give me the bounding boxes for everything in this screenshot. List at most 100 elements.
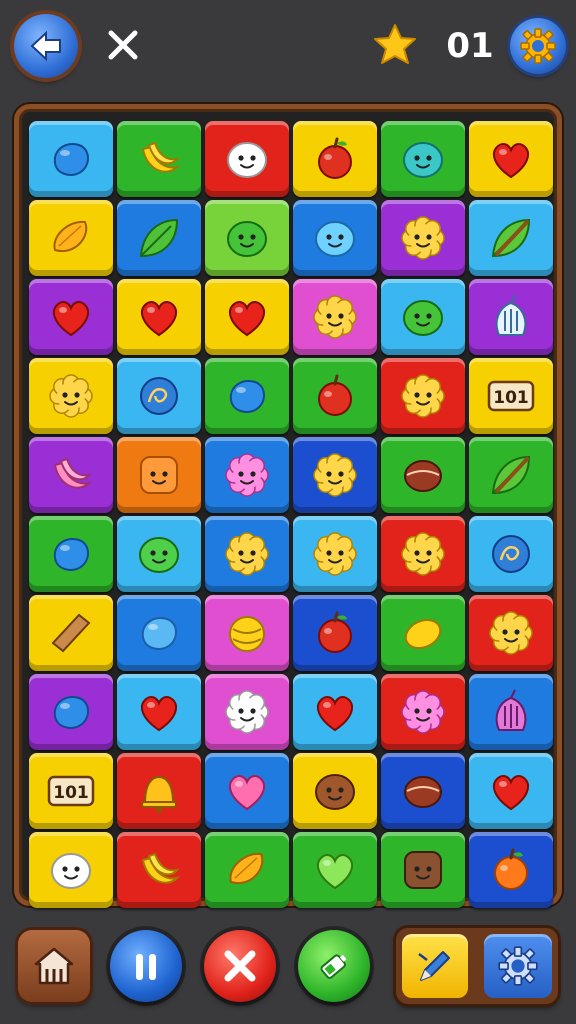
tile-r5-c1[interactable]	[29, 437, 113, 513]
tile-r8-c3[interactable]	[205, 674, 289, 750]
tile-r5-c3[interactable]	[205, 437, 289, 513]
sky-smiley-icon	[315, 221, 355, 257]
tile-r4-c1[interactable]	[29, 358, 113, 434]
tile-r3-c4[interactable]	[293, 279, 377, 355]
tile-r9-c6[interactable]	[469, 753, 553, 829]
counter-box-icon: 101	[47, 775, 95, 807]
tile-r2-c2[interactable]	[117, 200, 201, 276]
tile-r7-c4[interactable]	[293, 595, 377, 671]
tile-r9-c3[interactable]	[205, 753, 289, 829]
tile-r9-c5[interactable]	[381, 753, 465, 829]
blue-swirl-icon	[140, 377, 178, 415]
mango-icon	[53, 220, 88, 253]
pink-bananas-icon	[53, 457, 93, 489]
white-face-icon	[227, 142, 267, 178]
top-bar: 01	[0, 0, 576, 96]
tile-r4-c6[interactable]: 101	[469, 358, 553, 434]
tile-r5-c6[interactable]	[469, 437, 553, 513]
svg-text:101: 101	[53, 783, 89, 803]
boost-button[interactable]	[298, 930, 370, 1002]
tile-r10-c5[interactable]	[381, 832, 465, 908]
bottom-toolbar	[0, 920, 576, 1024]
tile-r9-c2[interactable]	[117, 753, 201, 829]
tile-r5-c4[interactable]	[293, 437, 377, 513]
tile-r2-c1[interactable]	[29, 200, 113, 276]
tile-r2-c3[interactable]	[205, 200, 289, 276]
pink-flower-icon	[401, 690, 445, 734]
red-apple-icon	[318, 137, 352, 179]
back-button[interactable]	[14, 14, 78, 78]
tile-r2-c6[interactable]	[469, 200, 553, 276]
tile-r4-c4[interactable]	[293, 358, 377, 434]
red-heart-icon	[229, 301, 265, 337]
tile-r6-c1[interactable]	[29, 516, 113, 592]
tile-r1-c1[interactable]	[29, 121, 113, 197]
tile-r3-c2[interactable]	[117, 279, 201, 355]
settings-button[interactable]	[510, 18, 566, 74]
tile-r7-c2[interactable]	[117, 595, 201, 671]
tile-r1-c4[interactable]	[293, 121, 377, 197]
tile-r1-c2[interactable]	[117, 121, 201, 197]
yellow-flower-icon	[401, 216, 445, 260]
tile-r4-c5[interactable]	[381, 358, 465, 434]
yellow-flower-icon	[49, 374, 93, 418]
tile-r6-c6[interactable]	[469, 516, 553, 592]
red-apple-icon	[318, 374, 352, 416]
pause-button[interactable]	[110, 930, 182, 1002]
white-flower-icon	[225, 690, 269, 734]
tile-r1-c5[interactable]	[381, 121, 465, 197]
tile-r3-c1[interactable]	[29, 279, 113, 355]
sky-blob-icon	[141, 617, 177, 650]
tile-r6-c2[interactable]	[117, 516, 201, 592]
yellow-flower-icon	[313, 532, 357, 576]
brown-ball-icon	[404, 776, 442, 808]
tile-r4-c3[interactable]	[205, 358, 289, 434]
tile-r8-c4[interactable]	[293, 674, 377, 750]
tile-r7-c1[interactable]	[29, 595, 113, 671]
tile-r6-c5[interactable]	[381, 516, 465, 592]
tile-r2-c5[interactable]	[381, 200, 465, 276]
tile-r10-c2[interactable]	[117, 832, 201, 908]
tile-r5-c2[interactable]	[117, 437, 201, 513]
star-icon	[374, 24, 416, 64]
pencil-icon	[418, 951, 450, 981]
tile-r10-c6[interactable]	[469, 832, 553, 908]
close-button[interactable]	[100, 22, 146, 68]
tile-r9-c4[interactable]	[293, 753, 377, 829]
tile-r7-c6[interactable]	[469, 595, 553, 671]
tile-r10-c3[interactable]	[205, 832, 289, 908]
tile-r6-c4[interactable]	[293, 516, 377, 592]
tile-grid: 101 101	[29, 121, 553, 908]
green-leaf-icon	[139, 218, 179, 258]
white-face-icon	[51, 853, 91, 889]
home-button[interactable]	[18, 930, 90, 1002]
green-blob-icon	[403, 300, 443, 336]
red-heart-icon	[493, 775, 529, 811]
tile-r7-c3[interactable]	[205, 595, 289, 671]
tile-r2-c4[interactable]	[293, 200, 377, 276]
tile-r3-c3[interactable]	[205, 279, 289, 355]
tile-r10-c4[interactable]	[293, 832, 377, 908]
tile-r3-c6[interactable]	[469, 279, 553, 355]
tile-r10-c1[interactable]	[29, 832, 113, 908]
tool-settings-button[interactable]	[484, 934, 552, 998]
tile-r8-c5[interactable]	[381, 674, 465, 750]
red-heart-icon	[317, 696, 353, 732]
orange-apple-icon	[494, 848, 528, 890]
tile-r5-c5[interactable]	[381, 437, 465, 513]
banana-icon	[141, 852, 181, 884]
tile-r6-c3[interactable]	[205, 516, 289, 592]
tile-r8-c6[interactable]	[469, 674, 553, 750]
tile-r1-c3[interactable]	[205, 121, 289, 197]
tile-r8-c1[interactable]	[29, 674, 113, 750]
tile-r4-c2[interactable]	[117, 358, 201, 434]
tile-r1-c6[interactable]	[469, 121, 553, 197]
tile-r3-c5[interactable]	[381, 279, 465, 355]
tile-r8-c2[interactable]	[117, 674, 201, 750]
svg-text:101: 101	[493, 388, 529, 408]
tile-r9-c1[interactable]: 101	[29, 753, 113, 829]
cancel-button[interactable]	[204, 930, 276, 1002]
tile-r7-c5[interactable]	[381, 595, 465, 671]
edit-tool-button[interactable]	[402, 934, 468, 998]
yellow-flower-icon	[401, 374, 445, 418]
